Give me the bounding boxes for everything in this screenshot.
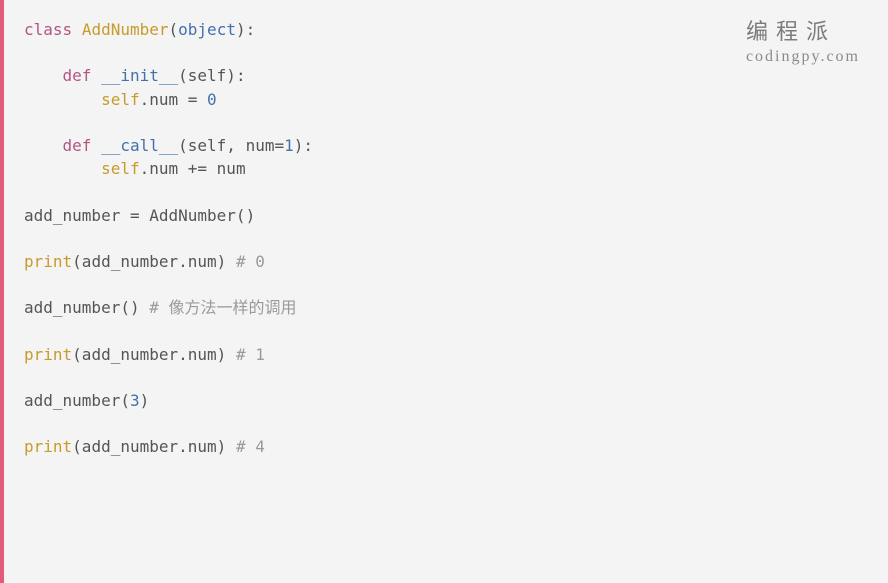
self-ref: self bbox=[101, 90, 140, 109]
self-ref: self bbox=[101, 159, 140, 178]
comment: # 像方法一样的调用 bbox=[149, 298, 296, 317]
blank-line bbox=[24, 180, 868, 203]
builtin-print: print bbox=[24, 252, 72, 271]
builtin-print: print bbox=[24, 345, 72, 364]
blank-line bbox=[24, 227, 868, 250]
code-line: add_number = AddNumber() bbox=[24, 204, 868, 227]
code-line: self.num = 0 bbox=[24, 88, 868, 111]
blank-line bbox=[24, 412, 868, 435]
code-line: add_number() # 像方法一样的调用 bbox=[24, 296, 868, 319]
number-literal: 3 bbox=[130, 391, 140, 410]
code-line: def __init__(self): bbox=[24, 64, 868, 87]
blank-line bbox=[24, 41, 868, 64]
watermark-en: codingpy.com bbox=[746, 48, 860, 66]
watermark: 编程派 codingpy.com bbox=[746, 14, 860, 66]
dunder-init: __init__ bbox=[101, 66, 178, 85]
blank-line bbox=[24, 319, 868, 342]
code-line: def __call__(self, num=1): bbox=[24, 134, 868, 157]
code-line: self.num += num bbox=[24, 157, 868, 180]
comment: # 4 bbox=[236, 437, 265, 456]
comment: # 0 bbox=[236, 252, 265, 271]
blank-line bbox=[24, 366, 868, 389]
code-line: print(add_number.num) # 1 bbox=[24, 343, 868, 366]
number-literal: 0 bbox=[207, 90, 217, 109]
code-line: print(add_number.num) # 0 bbox=[24, 250, 868, 273]
builtin-object: object bbox=[178, 20, 236, 39]
builtin-print: print bbox=[24, 437, 72, 456]
watermark-cn: 编程派 bbox=[746, 14, 860, 46]
number-literal: 1 bbox=[284, 136, 294, 155]
blank-line bbox=[24, 273, 868, 296]
keyword-def: def bbox=[63, 66, 92, 85]
code-block: class AddNumber(object): def __init__(se… bbox=[0, 0, 888, 583]
dunder-call: __call__ bbox=[101, 136, 178, 155]
code-line: add_number(3) bbox=[24, 389, 868, 412]
blank-line bbox=[24, 111, 868, 134]
keyword-class: class bbox=[24, 20, 72, 39]
code-line: print(add_number.num) # 4 bbox=[24, 435, 868, 458]
comment: # 1 bbox=[236, 345, 265, 364]
keyword-def: def bbox=[63, 136, 92, 155]
code-line: class AddNumber(object): bbox=[24, 18, 868, 41]
class-name: AddNumber bbox=[82, 20, 169, 39]
